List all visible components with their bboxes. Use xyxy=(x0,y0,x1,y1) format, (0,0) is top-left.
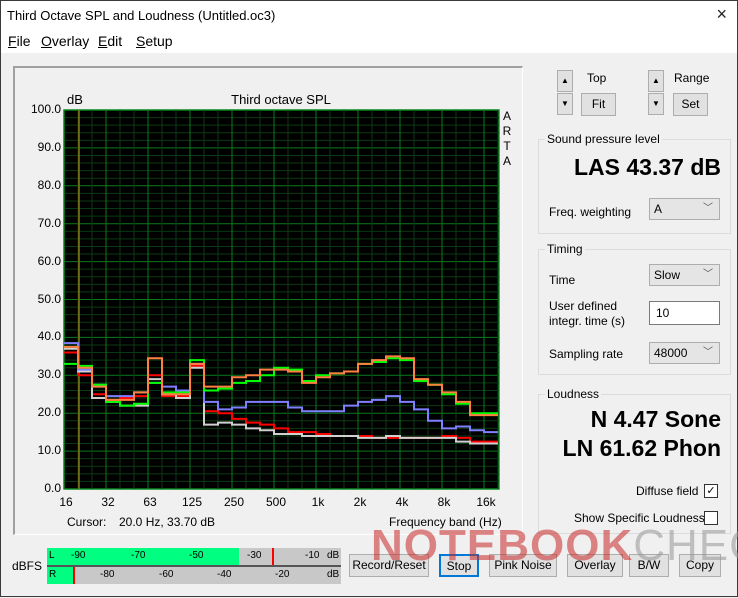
overlay-button[interactable]: Overlay xyxy=(567,554,623,577)
arta-label: A R T A xyxy=(502,109,512,169)
x-tick-label: 125 xyxy=(181,495,203,509)
y-tick-label: 60.0 xyxy=(37,253,61,268)
stop-button[interactable]: Stop xyxy=(439,554,479,577)
meter-tick: -80 xyxy=(100,569,115,580)
arta-letter: A xyxy=(502,109,511,123)
freq-weighting-label: Freq. weighting xyxy=(549,205,632,219)
diffuse-field-checkbox[interactable]: ✓ xyxy=(704,484,718,498)
sampling-rate-value: 48000 xyxy=(654,346,688,360)
set-button[interactable]: Set xyxy=(673,93,708,116)
x-tick-label: 16 xyxy=(59,495,73,509)
freq-weighting-value: A xyxy=(654,202,663,216)
chart-grid xyxy=(63,109,500,490)
dbfs-label: dBFS xyxy=(12,559,43,573)
x-axis-label: Frequency band (Hz) xyxy=(389,515,502,529)
meter-tick: -30 xyxy=(247,550,262,561)
time-label: Time xyxy=(549,273,576,287)
y-axis-label: dB xyxy=(67,92,83,107)
y-tick-label: 20.0 xyxy=(37,405,61,420)
x-tick-label: 8k xyxy=(437,495,451,509)
range-up-button[interactable]: ▲ xyxy=(648,70,664,92)
arta-letter: T xyxy=(503,139,511,153)
top-label: Top xyxy=(587,71,607,85)
meter-tick: -40 xyxy=(217,569,232,580)
meter-tick: -20 xyxy=(275,569,290,580)
y-tick-label: 100.0 xyxy=(30,102,61,116)
copy-button[interactable]: Copy xyxy=(679,554,721,577)
time-value: Slow xyxy=(654,268,681,282)
top-up-button[interactable]: ▲ xyxy=(557,70,573,92)
top-down-button[interactable]: ▼ xyxy=(557,93,573,115)
chevron-down-icon: ﹀ xyxy=(703,269,713,280)
y-tick-label: 50.0 xyxy=(37,291,61,306)
cursor-value: 20.0 Hz, 33.70 dB xyxy=(119,515,216,529)
meter-tick: -90 xyxy=(71,550,86,561)
cursor-label: Cursor: xyxy=(67,515,107,529)
chart-title: Third octave SPL xyxy=(231,92,331,107)
level-meter: L -90 -70 -50 -30 -10 dB R -80 -60 -40 -… xyxy=(47,548,341,584)
bw-button[interactable]: B/W xyxy=(629,554,669,577)
y-tick-label: 70.0 xyxy=(37,215,61,230)
meter-left-label: L xyxy=(49,550,55,561)
timing-group-title: Timing xyxy=(545,242,585,256)
y-tick-label: 30.0 xyxy=(37,367,61,382)
arta-letter: R xyxy=(502,124,512,138)
check-icon: ✓ xyxy=(706,485,716,497)
x-tick-label: 500 xyxy=(265,495,287,509)
loudness-group-title: Loudness xyxy=(545,387,602,401)
x-tick-label: 1k xyxy=(311,495,325,509)
meter-right-label: R xyxy=(49,569,57,580)
spl-value: LAS 43.37 dB xyxy=(574,154,721,180)
arta-letter: A xyxy=(502,154,511,168)
range-label: Range xyxy=(674,71,710,85)
spl-group-title: Sound pressure level xyxy=(545,132,662,146)
y-tick-label: 0.0 xyxy=(44,481,61,495)
integr-label-2: integr. time (s) xyxy=(549,314,626,328)
range-down-button[interactable]: ▼ xyxy=(648,93,664,115)
meter-right-channel: R -80 -60 -40 -20 dB xyxy=(47,567,341,584)
x-tick-label: 2k xyxy=(353,495,367,509)
x-tick-label: 63 xyxy=(143,495,157,509)
chevron-down-icon: ﹀ xyxy=(703,203,713,214)
y-tick-label: 10.0 xyxy=(37,443,61,458)
meter-right-peak xyxy=(73,567,75,584)
pink-noise-button[interactable]: Pink Noise xyxy=(489,554,557,577)
sampling-rate-label: Sampling rate xyxy=(549,347,624,361)
y-tick-label: 80.0 xyxy=(37,177,61,192)
integr-time-input[interactable]: 10 xyxy=(649,301,720,325)
x-tick-label: 250 xyxy=(223,495,245,509)
time-select[interactable]: Slow ﹀ xyxy=(649,264,720,286)
diffuse-field-label: Diffuse field xyxy=(636,484,699,498)
meter-tick: -70 xyxy=(131,550,146,561)
meter-tick: -10 xyxy=(305,550,320,561)
specific-loudness-label: Show Specific Loudness xyxy=(574,511,705,525)
record-reset-button[interactable]: Record/Reset xyxy=(349,554,429,577)
integr-label-1: User defined xyxy=(549,299,618,313)
specific-loudness-checkbox[interactable] xyxy=(704,511,718,525)
meter-tick: dB xyxy=(327,569,340,580)
loudness-phon: LN 61.62 Phon xyxy=(562,435,721,461)
meter-tick: -60 xyxy=(159,569,174,580)
x-tick-label: 32 xyxy=(101,495,115,509)
x-tick-label: 4k xyxy=(395,495,409,509)
meter-left-channel: L -90 -70 -50 -30 -10 dB xyxy=(47,548,341,565)
loudness-sone: N 4.47 Sone xyxy=(590,406,721,432)
freq-weighting-select[interactable]: A ﹀ xyxy=(649,198,720,220)
meter-left-peak xyxy=(272,548,274,565)
meter-tick: -50 xyxy=(189,550,204,561)
sampling-rate-select[interactable]: 48000 ﹀ xyxy=(649,342,720,364)
y-tick-label: 90.0 xyxy=(37,139,61,154)
meter-tick: dB xyxy=(327,550,340,561)
y-tick-label: 40.0 xyxy=(37,329,61,344)
fit-button[interactable]: Fit xyxy=(581,93,616,116)
x-tick-label: 16k xyxy=(476,495,496,509)
chevron-down-icon: ﹀ xyxy=(703,347,713,358)
